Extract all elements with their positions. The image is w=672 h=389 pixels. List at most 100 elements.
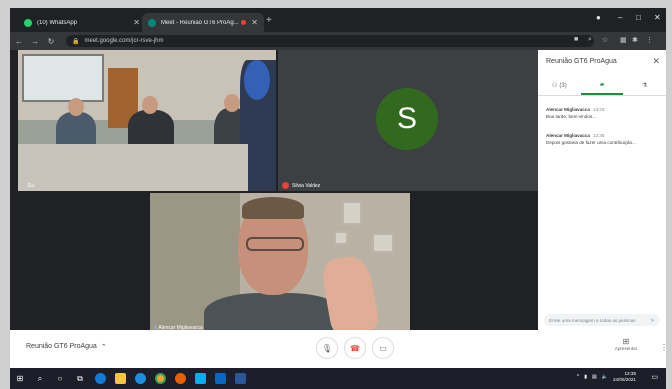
url-text: meet.google.com/jcr-rsve-jhm bbox=[84, 38, 164, 44]
present-label: Apresentar bbox=[614, 346, 638, 351]
tab-chat[interactable]: ▰ bbox=[580, 76, 624, 95]
taskbar-outlook[interactable] bbox=[210, 368, 230, 389]
minimize-icon[interactable]: – bbox=[618, 13, 622, 22]
clock[interactable]: 13:35 24/05/2021 bbox=[613, 371, 636, 383]
search-icon: ⌕ bbox=[37, 373, 43, 383]
wall-frame bbox=[372, 233, 394, 253]
video-camera-icon: ▭ bbox=[379, 343, 387, 353]
send-icon[interactable]: ➤ bbox=[650, 317, 655, 324]
screen: (10) WhatsApp ✕ Meet - Reunião GT6 ProAg… bbox=[10, 8, 666, 389]
cortana-icon: ○ bbox=[57, 374, 63, 383]
whatsapp-icon bbox=[24, 18, 32, 27]
mic-button[interactable]: 🎙 bbox=[316, 337, 338, 359]
tab-meet[interactable]: Meet - Reunião GT6 ProAg... ✕ bbox=[142, 13, 264, 32]
maximize-icon[interactable]: □ bbox=[636, 13, 641, 22]
taskbar-firefox[interactable] bbox=[170, 368, 190, 389]
task-view-button[interactable]: ⧉ bbox=[70, 368, 90, 389]
extension-icon[interactable]: ▦ bbox=[620, 36, 627, 44]
meet-area: ··· Eu S Silvia Valdez ıll Alencar Migli… bbox=[10, 50, 666, 346]
taskbar-explorer[interactable] bbox=[110, 368, 130, 389]
microphone-icon: 🎙 bbox=[321, 343, 333, 353]
search-button[interactable]: ⌕ bbox=[30, 368, 50, 389]
recording-indicator-icon bbox=[241, 20, 247, 25]
zoom-icon[interactable]: ⌕ bbox=[588, 36, 592, 44]
message-sender: Alencar Migliavacca bbox=[546, 107, 590, 112]
more-options-icon[interactable]: ⋮ bbox=[660, 343, 666, 352]
menu-icon[interactable]: ⋮ bbox=[646, 36, 653, 44]
new-tab-icon[interactable]: + bbox=[266, 15, 272, 26]
meet-controls: Reunião GT6 ProAgua ⌃ 🎙 ☎ ▭ ⊞ Apresentar… bbox=[10, 330, 666, 368]
participant-name: Silvia Valdez bbox=[292, 182, 321, 189]
notification-icon[interactable]: ▭ bbox=[651, 373, 658, 381]
present-screen-icon: ⊞ bbox=[622, 337, 630, 346]
edge-icon bbox=[94, 373, 106, 384]
usb-icon[interactable]: ▮ bbox=[584, 374, 587, 380]
speaker-glasses bbox=[246, 237, 304, 251]
network-icon[interactable]: ▤ bbox=[592, 374, 597, 380]
firefox-icon bbox=[174, 373, 186, 384]
meeting-details[interactable]: Reunião GT6 ProAgua ⌃ bbox=[26, 343, 107, 351]
start-button[interactable]: ⊞ bbox=[10, 368, 30, 389]
audio-level-icon: ··· bbox=[22, 183, 26, 189]
participant-name: Eu bbox=[28, 183, 35, 189]
tile-label-silvia: Silvia Valdez bbox=[282, 182, 320, 189]
tab-strip: (10) WhatsApp ✕ Meet - Reunião GT6 ProAg… bbox=[10, 8, 666, 32]
meeting-table bbox=[18, 144, 248, 191]
taskbar-chrome[interactable] bbox=[150, 368, 170, 389]
panel-tabs: ⚇ (3) ▰ ⚗ bbox=[538, 76, 666, 96]
chat-input[interactable]: Envie uma mensagem a todas as pessoas ➤ bbox=[544, 314, 660, 326]
chrome-icon bbox=[154, 373, 166, 384]
tab-label: (10) WhatsApp bbox=[37, 19, 78, 26]
forward-icon[interactable]: → bbox=[28, 37, 42, 46]
close-window-icon[interactable]: ✕ bbox=[654, 13, 661, 22]
speaker-icon[interactable]: 🔈 bbox=[602, 374, 608, 380]
person-4-mask bbox=[244, 60, 270, 100]
outlook-icon bbox=[214, 373, 226, 384]
camera-button[interactable]: ▭ bbox=[372, 337, 394, 359]
present-button[interactable]: ⊞ Apresentar bbox=[606, 337, 646, 351]
meeting-name: Reunião GT6 ProAgua bbox=[26, 343, 97, 350]
tile-label-self: ··· Eu bbox=[22, 183, 34, 189]
tab-people[interactable]: ⚇ (3) bbox=[538, 76, 581, 95]
puzzle-icon[interactable]: ✱ bbox=[632, 36, 638, 44]
phone-hangup-icon: ☎ bbox=[350, 343, 360, 353]
cortana-button[interactable]: ○ bbox=[50, 368, 70, 389]
back-icon[interactable]: ← bbox=[12, 37, 26, 46]
people-icon: ⚇ bbox=[551, 83, 558, 89]
close-tab-icon[interactable]: ✕ bbox=[133, 18, 140, 27]
people-count: (3) bbox=[559, 82, 567, 89]
close-icon[interactable]: ✕ bbox=[652, 56, 660, 67]
windows-taskbar: ⊞ ⌕ ○ ⧉ ^ ▮ ▤ 🔈 13:35 24/05/2021 ▭ bbox=[10, 368, 666, 389]
close-tab-icon[interactable]: ✕ bbox=[251, 18, 258, 27]
taskbar-skype[interactable] bbox=[190, 368, 210, 389]
video-tile-alencar[interactable]: ıll Alencar Migliavacca bbox=[150, 193, 410, 333]
message-sender: Alencar Migliavacca bbox=[546, 133, 590, 138]
internet-explorer-icon bbox=[134, 373, 146, 384]
chat-panel: Reunião GT6 ProAgua ✕ ⚇ (3) ▰ ⚗ Alencar … bbox=[538, 50, 666, 333]
task-view-icon: ⧉ bbox=[77, 373, 83, 383]
chat-message: Alencar Migliavacca 13:33 Boa tarde, bem-… bbox=[546, 106, 660, 120]
camera-icon[interactable]: ■ bbox=[574, 36, 578, 43]
taskbar-word[interactable] bbox=[230, 368, 250, 389]
bookmark-star-icon[interactable]: ☆ bbox=[602, 36, 608, 44]
folder-icon bbox=[114, 373, 126, 384]
video-tile-silvia[interactable]: S Silvia Valdez bbox=[278, 50, 538, 191]
tab-whatsapp[interactable]: (10) WhatsApp ✕ bbox=[18, 13, 146, 32]
chat-icon: ▰ bbox=[599, 82, 605, 88]
chevron-up-icon[interactable]: ^ bbox=[577, 374, 579, 380]
word-icon bbox=[234, 373, 246, 384]
skype-icon bbox=[194, 373, 206, 384]
profile-icon[interactable]: ● bbox=[596, 13, 601, 22]
address-bar[interactable]: 🔒 meet.google.com/jcr-rsve-jhm bbox=[66, 35, 594, 47]
tab-label: Meet - Reunião GT6 ProAg... bbox=[161, 19, 239, 26]
message-time: 13:33 bbox=[592, 107, 605, 112]
reload-icon[interactable]: ↻ bbox=[44, 37, 58, 46]
speaker-hair bbox=[242, 197, 304, 219]
video-tile-self[interactable]: ··· Eu bbox=[18, 50, 276, 191]
taskbar-ie[interactable] bbox=[130, 368, 150, 389]
tab-activities[interactable]: ⚗ bbox=[623, 76, 666, 95]
taskbar-edge[interactable] bbox=[90, 368, 110, 389]
browser-toolbar: ← → ↻ 🔒 meet.google.com/jcr-rsve-jhm ■ ⌕… bbox=[10, 32, 666, 50]
wall-frame bbox=[334, 231, 348, 245]
hangup-button[interactable]: ☎ bbox=[344, 337, 366, 359]
